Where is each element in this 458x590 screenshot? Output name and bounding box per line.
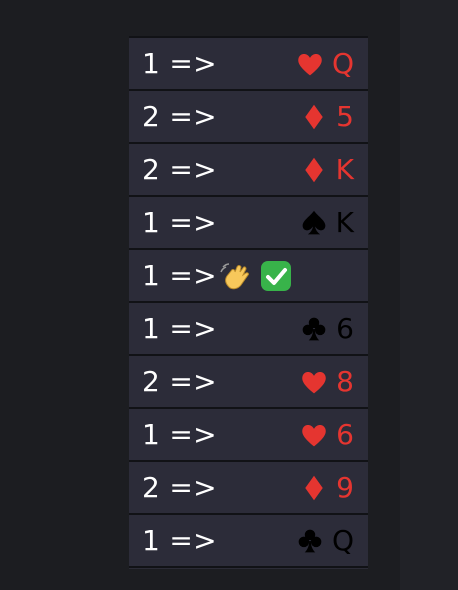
card-rank: Q: [331, 47, 354, 80]
heart-icon: [300, 421, 328, 449]
count-label: 2 =>: [142, 153, 217, 186]
card-rank: 5: [336, 100, 354, 133]
card-rank: Q: [331, 524, 354, 557]
list-item[interactable]: 1 => Q: [129, 38, 368, 91]
waving-hand-icon: [219, 259, 253, 293]
count-label: 1 =>: [142, 524, 217, 557]
card: Q: [296, 524, 354, 557]
card-rank: 8: [336, 365, 354, 398]
count-label: 1 =>: [142, 47, 217, 80]
card-rank: K: [335, 206, 354, 239]
card: 8: [300, 365, 354, 398]
count-label: 1 =>: [142, 418, 217, 451]
right-background-panel: [400, 0, 458, 590]
list-item[interactable]: 1 => 6: [129, 303, 368, 356]
count-label: 1 =>: [142, 312, 217, 345]
card: K: [300, 153, 354, 186]
count-label: 1 =>: [142, 206, 217, 239]
count-label: 2 =>: [142, 365, 217, 398]
diamond-icon: [300, 474, 328, 502]
card: Q: [296, 47, 354, 80]
card-rank: 9: [336, 471, 354, 504]
list-item[interactable]: 2 => 9: [129, 462, 368, 515]
card: 6: [300, 418, 354, 451]
card-rank: 6: [336, 418, 354, 451]
list-item[interactable]: 2 => 8: [129, 356, 368, 409]
heart-icon: [300, 368, 328, 396]
list-item[interactable]: 1 =>: [129, 250, 368, 303]
club-icon: [300, 315, 328, 343]
check-mark-button-icon: [259, 259, 293, 293]
card: 5: [300, 100, 354, 133]
count-label: 1 =>: [142, 259, 217, 292]
card: 9: [300, 471, 354, 504]
heart-icon: [296, 50, 324, 78]
list-item[interactable]: 1 => K: [129, 197, 368, 250]
list-item[interactable]: 2 => K: [129, 144, 368, 197]
card-count-list: 1 => Q 2 => 5 2 => K 1 => K 1 => 1 => 6 …: [129, 36, 368, 569]
list-item[interactable]: 1 => Q: [129, 515, 368, 568]
spade-icon: [300, 209, 328, 237]
list-item[interactable]: 2 => 5: [129, 91, 368, 144]
card-rank: K: [335, 153, 354, 186]
diamond-icon: [300, 156, 328, 184]
emoji-group: [219, 259, 293, 293]
count-label: 2 =>: [142, 471, 217, 504]
diamond-icon: [300, 103, 328, 131]
card-rank: 6: [336, 312, 354, 345]
list-item[interactable]: 1 => 6: [129, 409, 368, 462]
card: K: [300, 206, 354, 239]
count-label: 2 =>: [142, 100, 217, 133]
club-icon: [296, 527, 324, 555]
card: 6: [300, 312, 354, 345]
